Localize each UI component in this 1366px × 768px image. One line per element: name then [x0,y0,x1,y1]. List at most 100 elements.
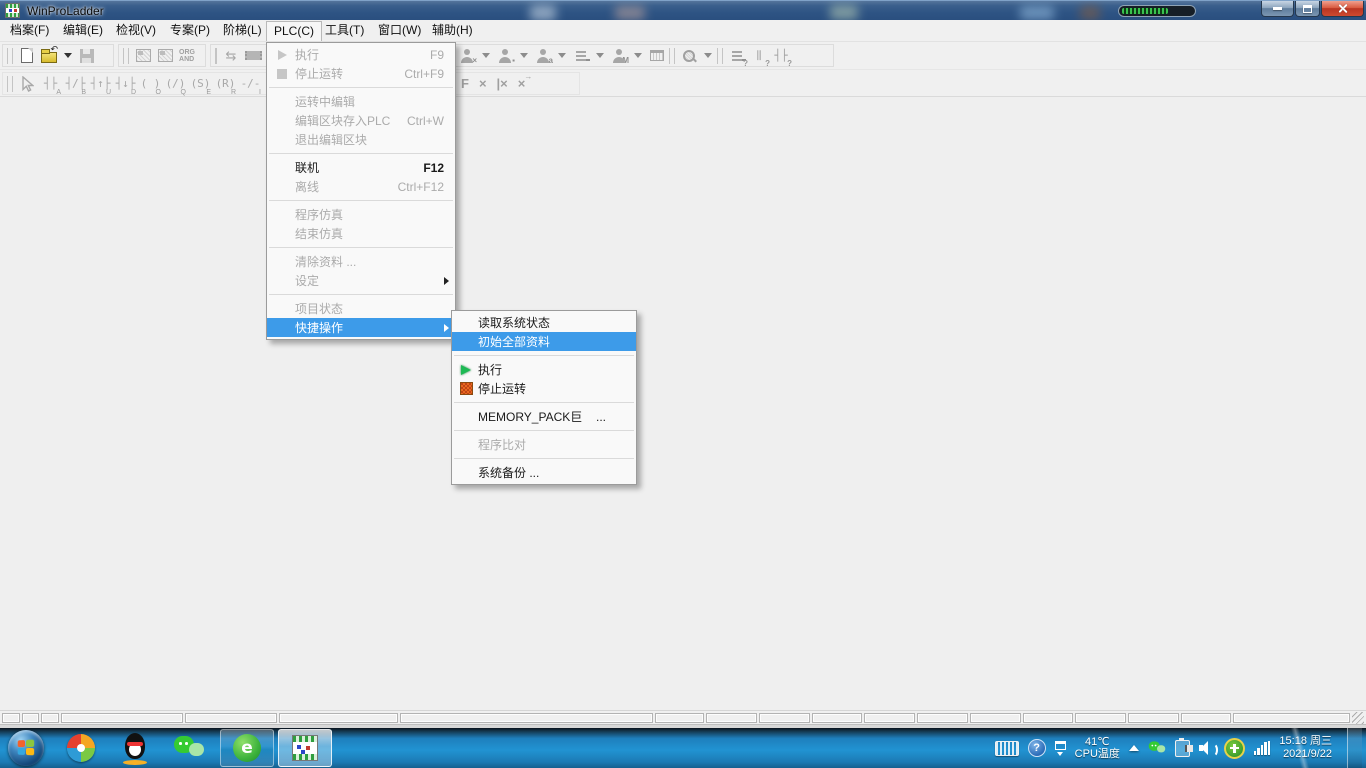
360-safety-icon[interactable] [1224,738,1245,759]
wechat-tray-icon[interactable] [1149,740,1166,755]
contact-up-button[interactable]: ┤↑├U [88,73,113,95]
monitor-list-dropdown-icon[interactable] [596,53,604,58]
menu-item-initialize-all-data[interactable]: 初始全部资料 [452,332,636,351]
taskbar-qq-button[interactable] [118,731,152,765]
toolbar-grip[interactable] [123,48,129,64]
select-cursor-button[interactable] [16,73,38,94]
keyboard-icon[interactable] [995,741,1019,756]
menu-item-system-backup[interactable]: 系统备份 ... [452,463,636,482]
status-segment [864,713,915,723]
language-bar-restore[interactable] [1055,741,1066,756]
list-help-button[interactable]: ? [726,45,748,66]
status-page-button[interactable] [132,45,154,66]
toolbar-grip[interactable] [7,48,13,64]
calendar-button[interactable] [646,45,668,66]
menu-item-read-system-status[interactable]: 读取系统状态 [452,313,636,332]
ladder-help-button[interactable]: ⫼? [748,45,770,66]
menu-item-stop-run[interactable]: 停止运转 Ctrl+F9 [267,64,455,83]
menu-item-program-compare[interactable]: 程序比对 [452,435,636,454]
menu-tools[interactable]: 工具(T) [318,21,371,40]
cpu-temperature-widget[interactable]: 41℃ CPU温度 [1075,736,1120,760]
taskbar-winproladder-button[interactable] [278,729,332,767]
menu-item-stop-run-quick[interactable]: 停止运转 [452,379,636,398]
toolbar-grip[interactable] [7,76,13,92]
io-update-button[interactable]: ⇆ [220,45,242,66]
coil-reset-button[interactable]: (R)R [213,73,238,95]
menu-view[interactable]: 检视(V) [109,21,163,40]
menu-ladder[interactable]: 阶梯(L) [216,21,269,40]
ladder-help-icon: ⫼ [756,49,761,63]
inverter-button[interactable]: -/-I [238,73,263,95]
contact-a-button[interactable]: ┤├A [38,73,63,95]
taskbar-sogou-button[interactable] [64,731,98,765]
menu-item-run-quick[interactable]: 执行 [452,360,636,379]
menu-plc[interactable]: PLC(C) [266,21,322,41]
toolbar-grip[interactable] [669,48,675,64]
memory-monitor-dropdown-icon[interactable] [634,53,642,58]
relay-status-button[interactable] [154,45,176,66]
menu-item-exit-edit-block[interactable]: 退出编辑区块 [267,130,455,149]
restore-button[interactable] [1295,1,1320,17]
menu-item-offline[interactable]: 离线 Ctrl+F12 [267,177,455,196]
person-icon: ▪ [498,49,512,63]
save-button[interactable] [76,45,98,66]
usb-device-icon[interactable] [1175,740,1190,757]
menu-item-settings[interactable]: 设定 [267,271,455,290]
function-button[interactable]: F [461,76,469,91]
menu-item-end-simulation[interactable]: 结束仿真 [267,224,455,243]
monitor-status-dropdown-icon[interactable] [482,53,490,58]
menu-item-runtime-edit[interactable]: 运转中编辑 [267,92,455,111]
menu-help[interactable]: 辅助(H) [425,21,480,40]
delete-column-button[interactable]: ×→ [518,76,526,91]
password-button[interactable]: a [532,45,554,66]
monitor-status-button[interactable]: × [456,45,478,66]
volume-icon[interactable] [1199,741,1215,755]
zoom-dropdown-icon[interactable] [704,53,712,58]
resize-grip[interactable] [1352,712,1364,724]
menu-project[interactable]: 专案(P) [163,21,217,40]
start-button[interactable] [8,730,44,766]
toolbar-grip[interactable] [717,48,723,64]
delete-row-button[interactable]: |× [497,76,508,91]
coil-not-button[interactable]: (/)Q [163,73,188,95]
show-hidden-icons-button[interactable] [1129,745,1139,751]
password-dropdown-icon[interactable] [558,53,566,58]
menu-edit[interactable]: 编辑(E) [56,21,110,40]
menu-window[interactable]: 窗口(W) [371,21,428,40]
coil-set-button[interactable]: (S)E [188,73,213,95]
menu-item-program-simulation[interactable]: 程序仿真 [267,205,455,224]
close-button[interactable] [1321,1,1364,17]
menu-item-project-status[interactable]: 项目状态 [267,299,455,318]
show-desktop-button[interactable] [1347,728,1362,768]
zoom-button[interactable] [678,45,700,66]
open-file-button[interactable] [38,45,60,66]
help-icon[interactable]: ? [1028,739,1046,757]
menu-file[interactable]: 档案(F) [3,21,56,40]
menu-item-online[interactable]: 联机 F12 [267,158,455,177]
memory-monitor-button[interactable]: M [608,45,630,66]
toolbar-grip[interactable] [215,48,217,64]
delete-button[interactable]: × [479,76,487,91]
contact-b-button[interactable]: ┤/├B [63,73,88,95]
monitor-list-button[interactable] [570,45,592,66]
monitor-user-button[interactable]: ▪ [494,45,516,66]
glass-blur-blob [615,6,645,20]
menu-item-run[interactable]: 执行 F9 [267,45,455,64]
new-file-button[interactable] [16,45,38,66]
monitor-user-dropdown-icon[interactable] [520,53,528,58]
open-dropdown-arrow-icon[interactable] [64,53,72,58]
menu-item-quick-operations[interactable]: 快捷操作 [267,318,455,337]
network-signal-icon[interactable] [1254,741,1271,755]
menu-item-save-edit-block[interactable]: 编辑区块存入PLC Ctrl+W [267,111,455,130]
minimize-button[interactable] [1261,1,1294,17]
menu-item-clear-data[interactable]: 清除资料 ... [267,252,455,271]
contact-help-button[interactable]: ┤├? [770,45,792,66]
org-and-button[interactable]: ORG AND [176,45,198,66]
menu-item-memory-pack[interactable]: MEMORY_PACK巨 ... [452,407,636,426]
coil-out-button[interactable]: ( )O [138,73,163,95]
memory-chip-button[interactable] [242,45,264,66]
taskbar-wechat-button[interactable] [172,731,206,765]
menu-separator [454,458,634,459]
contact-down-button[interactable]: ┤↓├D [113,73,138,95]
taskbar-360browser-button[interactable]: e [220,729,274,767]
